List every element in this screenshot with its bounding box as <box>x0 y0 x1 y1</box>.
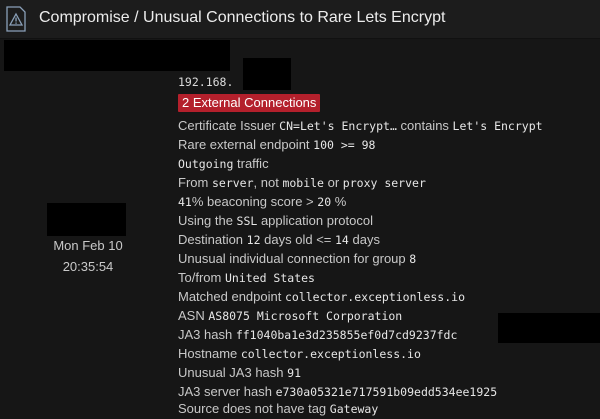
beaconing-label: % beaconing score > <box>191 194 314 209</box>
protocol-value: SSL <box>236 214 258 228</box>
asn-label: ASN <box>178 308 205 323</box>
to-from-row: To/from United States <box>178 268 315 288</box>
unusual-connection-label: Unusual individual connection for group <box>178 251 406 266</box>
from-mobile-value: mobile <box>282 176 324 190</box>
alert-triangle-icon <box>6 6 26 32</box>
hostname-value: collector.exceptionless.io <box>240 347 421 361</box>
ja3-label: JA3 hash <box>178 327 233 342</box>
tag-row: Source does not have tag Gateway <box>178 399 378 419</box>
destination-age-row: Destination 12 days old <= 14 days <box>178 230 380 250</box>
connections-row: 2 External Connections <box>178 93 321 113</box>
cert-issuer-value: CN=Let's Encrypt… <box>279 119 397 133</box>
ja3-server-value: e730a05321e717591b09edd534ee1925 <box>275 385 498 399</box>
hostname-label: Hostname <box>178 346 238 361</box>
ja3-server-label: JA3 server hash <box>178 384 272 399</box>
protocol-row: Using the SSL application protocol <box>178 211 373 231</box>
ja3-row: JA3 hash ff1040ba1e3d235855ef0d7cd9237fd… <box>178 325 457 345</box>
to-from-label: To/from <box>178 270 222 285</box>
from-or-label: or <box>327 175 340 190</box>
from-value: server <box>211 176 254 190</box>
destination-age-value: 12 <box>246 233 261 247</box>
rare-endpoint-value: 100 >= 98 <box>313 138 376 152</box>
event-time: 20:35:54 <box>62 259 114 274</box>
from-proxy-value: proxy server <box>342 176 426 190</box>
asn-value: AS8075 Microsoft Corporation <box>208 309 403 323</box>
redacted-ip-suffix <box>243 58 291 90</box>
event-date: Mon Feb 10 <box>53 238 123 253</box>
unusual-ja3-value: 91 <box>287 366 301 380</box>
alert-title: Compromise / Unusual Connections to Rare… <box>39 9 446 26</box>
matched-endpoint-value: collector.exceptionless.io <box>284 290 465 304</box>
beaconing-value: 41 <box>178 195 192 209</box>
outgoing-value: Outgoing <box>178 157 234 171</box>
alert-header: Compromise / Unusual Connections to Rare… <box>0 0 600 39</box>
matched-endpoint-row: Matched endpoint collector.exceptionless… <box>178 287 465 307</box>
destination-label-mid: days old <= <box>264 232 332 247</box>
tag-label: Source does not have tag <box>178 401 327 416</box>
asn-row: ASN AS8075 Microsoft Corporation <box>178 306 402 326</box>
beaconing-pct: % <box>334 194 347 209</box>
destination-label: Destination <box>178 232 244 247</box>
external-connections-badge[interactable]: 2 External Connections <box>178 94 321 112</box>
unusual-ja3-label: Unusual JA3 hash <box>178 365 284 380</box>
protocol-label-post: application protocol <box>260 213 373 228</box>
unusual-ja3-row: Unusual JA3 hash 91 <box>178 363 301 383</box>
beaconing-row: 41% beaconing score > 20 % <box>178 192 346 212</box>
cert-match-value: Let's Encrypt <box>452 119 543 133</box>
rare-endpoint-label: Rare external endpoint <box>178 137 310 152</box>
tag-value: Gateway <box>329 402 379 416</box>
cert-contains-label: contains <box>400 118 449 133</box>
redacted-ja3-detail <box>498 313 600 343</box>
redacted-device-label <box>47 203 126 236</box>
beaconing-threshold: 20 <box>317 195 332 209</box>
unusual-connection-value: 8 <box>409 252 417 266</box>
cert-issuer-row: Certificate Issuer CN=Let's Encrypt… con… <box>178 116 543 136</box>
source-ip-value: 192.168. <box>178 75 234 89</box>
to-from-value: United States <box>224 271 315 285</box>
source-ip: 192.168. <box>178 72 233 92</box>
protocol-label-pre: Using the <box>178 213 233 228</box>
hostname-row: Hostname collector.exceptionless.io <box>178 344 421 364</box>
destination-age-threshold: 14 <box>335 233 349 247</box>
rare-endpoint-row: Rare external endpoint 100 >= 98 <box>178 135 375 155</box>
ja3-value: ff1040ba1e3d235855ef0d7cd9237fdc <box>235 328 458 342</box>
outgoing-row: Outgoing traffic <box>178 154 269 174</box>
from-label: From <box>178 175 209 190</box>
destination-label-post: days <box>352 232 380 247</box>
redacted-source-name <box>4 40 230 71</box>
from-not-label: , not <box>253 175 279 190</box>
from-row: From server, not mobile or proxy server <box>178 173 426 193</box>
outgoing-label: traffic <box>237 156 269 171</box>
matched-endpoint-label: Matched endpoint <box>178 289 282 304</box>
unusual-connection-row: Unusual individual connection for group … <box>178 249 416 269</box>
cert-issuer-label: Certificate Issuer <box>178 118 276 133</box>
